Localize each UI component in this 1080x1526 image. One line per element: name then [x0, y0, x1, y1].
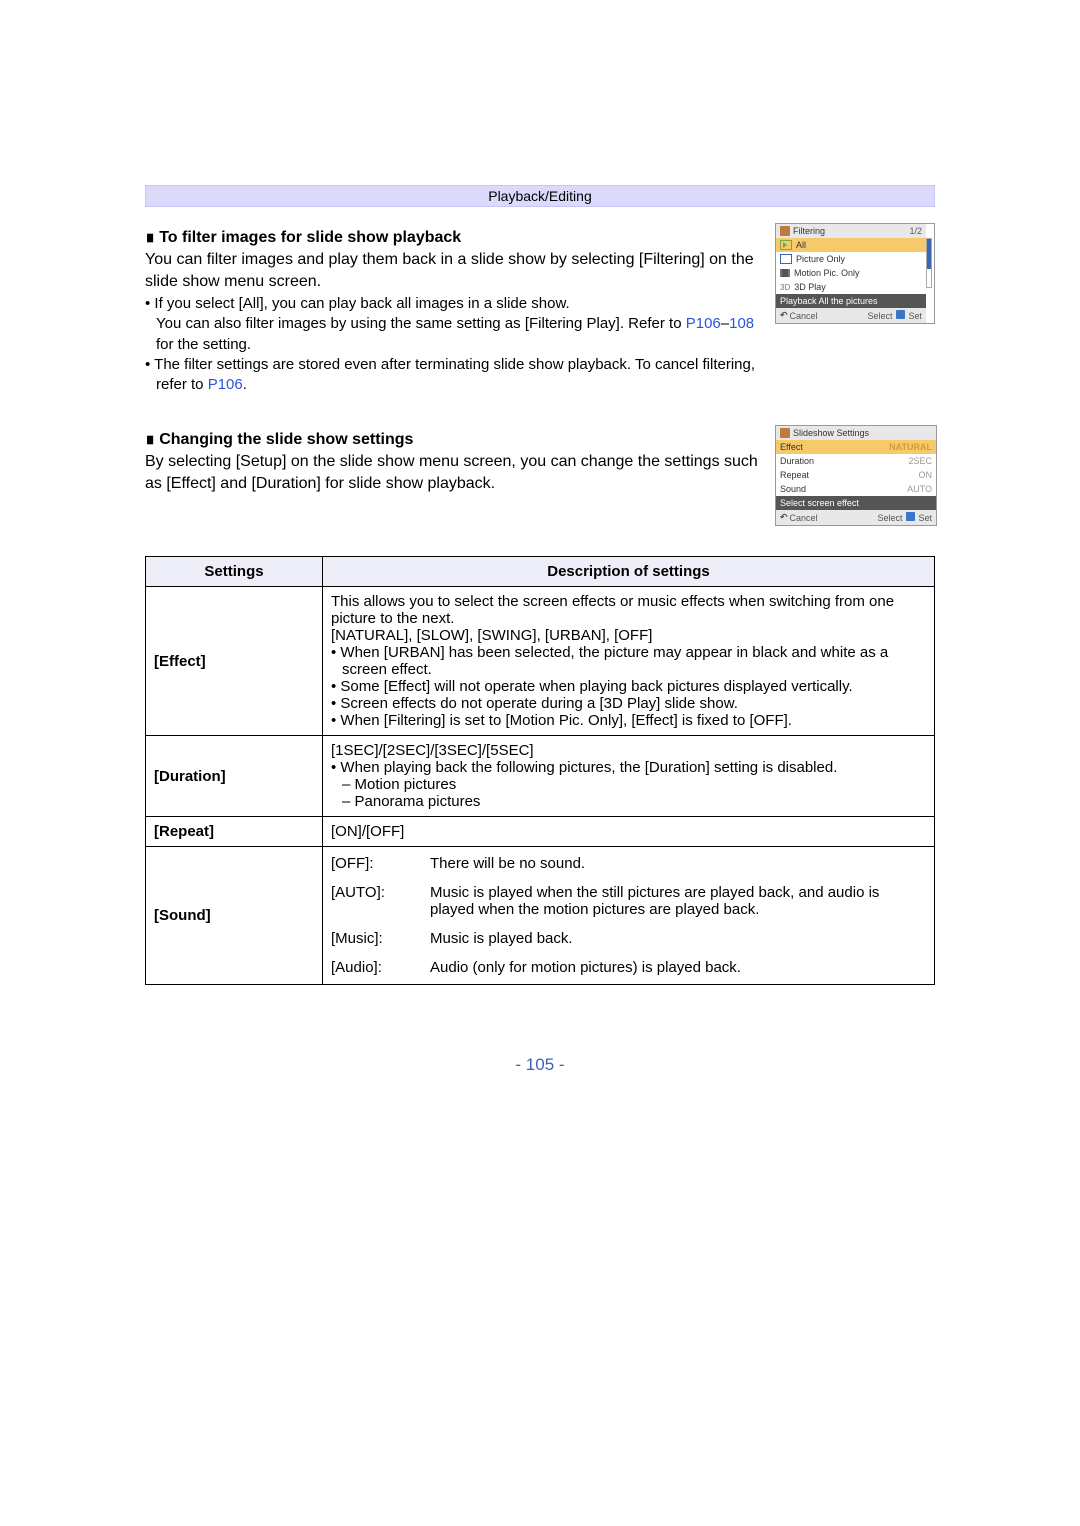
link-108[interactable]: 108 [729, 315, 754, 332]
page-indicator: 1/2 [909, 226, 922, 236]
table-row-duration: [Duration] [1SEC]/[2SEC]/[3SEC]/[5SEC] W… [146, 736, 935, 817]
menu-icon [780, 428, 790, 438]
sound-audio-value: Audio (only for motion pictures) is play… [430, 959, 926, 976]
menu-icon [780, 226, 790, 236]
bullet-square-icon: ∎ [145, 431, 155, 448]
link-p106-b[interactable]: P106 [208, 376, 243, 393]
table-row-repeat: [Repeat] [ON]/[OFF] [146, 817, 935, 847]
camera-menu-filtering: Filtering 1/2 All Picture Only Motion Pi… [775, 223, 935, 324]
sound-off-value: There will be no sound. [430, 855, 926, 872]
breadcrumb: Playback/Editing [145, 185, 935, 207]
picture-icon [780, 254, 792, 264]
bullet-item: The filter settings are stored even afte… [145, 355, 765, 396]
menu-item-sound: SoundAUTO [776, 482, 936, 496]
link-p106[interactable]: P106 [686, 315, 721, 332]
menu-select-set: Select Set [867, 310, 922, 321]
sound-audio-key: [Audio]: [331, 959, 416, 976]
back-arrow-icon: ↶ [780, 512, 788, 523]
sound-auto-key: [AUTO]: [331, 884, 416, 918]
section-heading-change-settings: ∎Changing the slide show settings [145, 429, 765, 449]
menu-status: Select screen effect [776, 496, 936, 510]
bullet-item: If you select [All], you can play back a… [145, 294, 765, 355]
table-row-effect: [Effect] This allows you to select the s… [146, 587, 935, 736]
menu-select-set: Select Set [877, 512, 932, 523]
back-arrow-icon: ↶ [780, 310, 788, 321]
play-all-icon [780, 240, 792, 250]
page-number: - 105 - [145, 1055, 935, 1075]
dpad-icon [896, 310, 905, 319]
menu-item-motion-only: Motion Pic. Only [776, 266, 926, 280]
table-header-settings: Settings [146, 557, 323, 587]
section-heading-filter: ∎To filter images for slide show playbac… [145, 227, 765, 247]
menu-item-duration: Duration2SEC [776, 454, 936, 468]
settings-table: Settings Description of settings [Effect… [145, 556, 935, 985]
menu-item-3d-play: 3D3D Play [776, 280, 926, 294]
bullet-square-icon: ∎ [145, 229, 155, 246]
menu-item-repeat: RepeatON [776, 468, 936, 482]
sound-music-key: [Music]: [331, 930, 416, 947]
section-body: By selecting [Setup] on the slide show m… [145, 451, 765, 494]
menu-status: Playback All the pictures [776, 294, 926, 308]
menu-item-picture-only: Picture Only [776, 252, 926, 266]
table-header-description: Description of settings [323, 557, 935, 587]
table-row-sound: [Sound] [OFF]: There will be no sound. [… [146, 847, 935, 985]
scrollbar [926, 238, 932, 288]
section-body: You can filter images and play them back… [145, 249, 765, 292]
sound-auto-value: Music is played when the still pictures … [430, 884, 926, 918]
menu-item-effect: EffectNATURAL [776, 440, 936, 454]
dpad-icon [906, 512, 915, 521]
menu-item-all: All [776, 238, 926, 252]
camera-menu-slideshow-settings: Slideshow Settings EffectNATURAL Duratio… [775, 425, 937, 526]
menu-cancel: ↶Cancel [780, 310, 818, 321]
movie-icon [780, 269, 790, 277]
sound-music-value: Music is played back. [430, 930, 926, 947]
menu-cancel: ↶Cancel [780, 512, 818, 523]
sound-off-key: [OFF]: [331, 855, 416, 872]
